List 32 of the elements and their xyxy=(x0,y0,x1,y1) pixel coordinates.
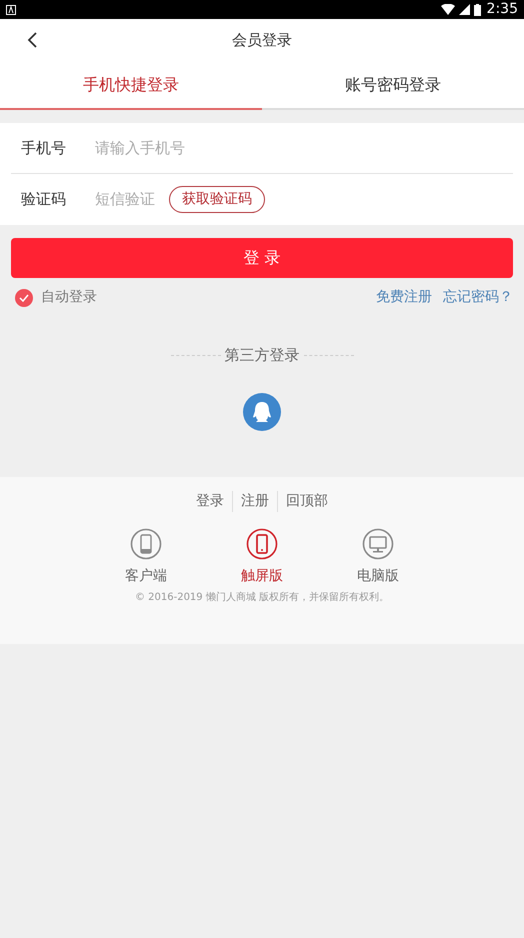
phone-icon xyxy=(130,528,162,560)
check-icon xyxy=(19,294,29,302)
status-time: 2:35 xyxy=(486,0,518,19)
footer-link[interactable]: 注册 xyxy=(232,490,277,512)
notification-icon xyxy=(6,4,16,14)
wifi-icon xyxy=(440,4,455,15)
battery-icon xyxy=(474,4,481,16)
footer-link[interactable]: 登录 xyxy=(188,490,232,512)
page-title: 会员登录 xyxy=(232,30,292,52)
qq-penguin-icon[interactable] xyxy=(243,392,281,430)
field-label: 手机号 xyxy=(20,138,67,159)
phone-icon xyxy=(246,528,278,560)
monitor-icon xyxy=(362,528,394,560)
input-field[interactable]: 请输入手机号 xyxy=(95,136,513,160)
get-code-button[interactable]: 获取验证码 xyxy=(169,186,265,213)
footer-link[interactable]: 回顶部 xyxy=(277,490,336,512)
version-link[interactable]: 触屏版 xyxy=(237,528,287,586)
signal-icon xyxy=(458,4,470,15)
copyright-text: © 2016-2019 懒门人商城 版权所有，并保留所有权利。 xyxy=(134,590,390,604)
auto-login-label: 自动登录 xyxy=(41,288,97,307)
login-button[interactable]: 登 录 xyxy=(11,238,513,278)
back-icon[interactable] xyxy=(27,32,39,48)
third-party-heading: 第三方登录 xyxy=(224,345,300,366)
auto-login-checkbox[interactable] xyxy=(15,288,33,306)
login-tab[interactable]: 账号密码登录 xyxy=(262,62,524,110)
input-field[interactable]: 短信验证 xyxy=(95,188,169,211)
account-link[interactable]: 忘记密码？ xyxy=(443,287,513,308)
login-tab[interactable]: 手机快捷登录 xyxy=(0,62,262,110)
version-link[interactable]: 客户端 xyxy=(121,528,171,586)
account-link[interactable]: 免费注册 xyxy=(376,287,432,308)
field-label: 验证码 xyxy=(20,189,67,210)
version-link[interactable]: 电脑版 xyxy=(353,528,403,586)
